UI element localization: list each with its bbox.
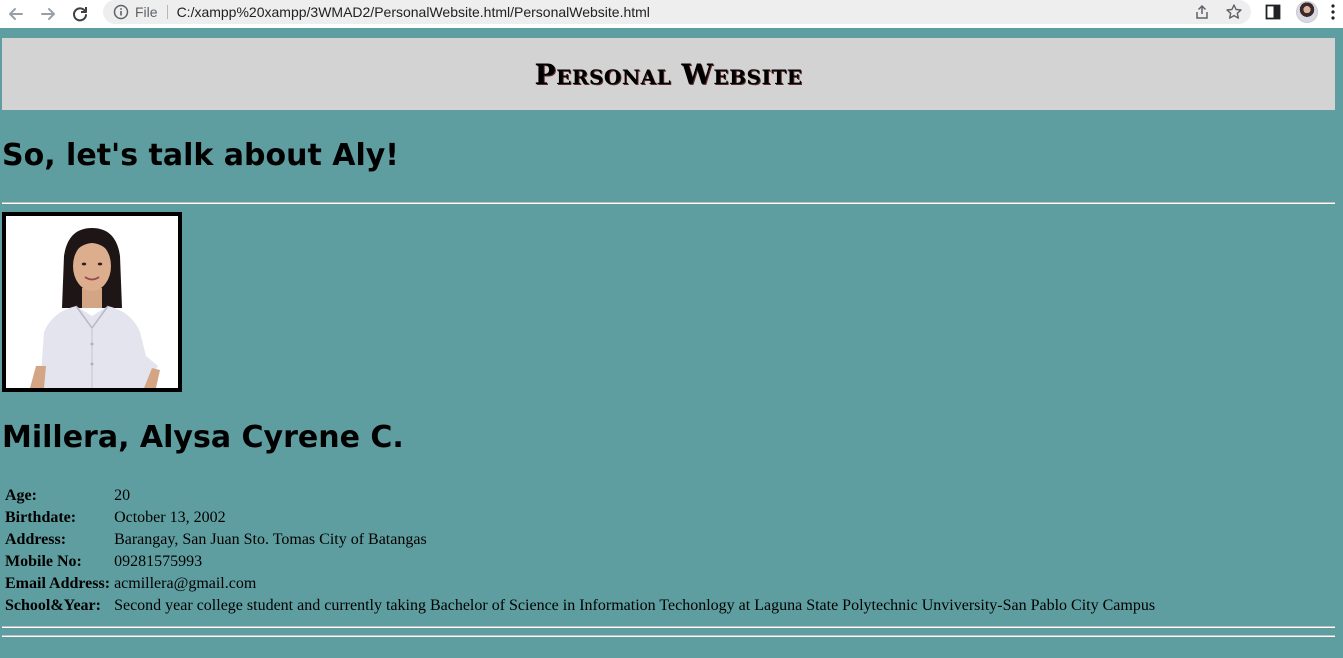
browser-toolbar: File C:/xampp%20xampp/3WMAD2/PersonalWeb… [0, 0, 1343, 28]
table-row: Age: 20 [3, 485, 1157, 507]
forward-icon[interactable] [38, 4, 58, 24]
bookmark-star-icon[interactable] [1225, 3, 1243, 21]
info-value: Barangay, San Juan Sto. Tomas City of Ba… [114, 531, 427, 548]
profile-info-table: Age: 20 Birthdate: October 13, 2002 Addr… [3, 485, 1157, 617]
table-row: Email Address: acmillera@gmail.com [3, 573, 1157, 595]
info-value: October 13, 2002 [114, 509, 226, 526]
info-icon[interactable] [113, 4, 129, 20]
intro-heading: So, let's talk about Aly! [2, 138, 399, 173]
side-panel-icon[interactable] [1264, 3, 1282, 21]
profile-photo [2, 212, 182, 392]
table-row: Birthdate: October 13, 2002 [3, 507, 1157, 529]
table-row: Address: Barangay, San Juan Sto. Tomas C… [3, 529, 1157, 551]
file-scheme-label: File [135, 5, 168, 19]
info-value: acmillera@gmail.com [114, 575, 257, 592]
info-label: School&Year: [5, 597, 101, 614]
back-icon[interactable] [6, 4, 26, 24]
table-row: School&Year: Second year college student… [3, 595, 1157, 617]
info-label: Email Address: [5, 575, 111, 592]
info-label: Address: [5, 531, 67, 548]
divider-bottom-2 [2, 635, 1335, 637]
info-value: 09281575993 [114, 553, 203, 570]
name-heading: Millera, Alysa Cyrene C. [2, 420, 404, 455]
address-bar[interactable]: File C:/xampp%20xampp/3WMAD2/PersonalWeb… [103, 0, 1251, 24]
share-icon[interactable] [1193, 3, 1211, 21]
url-text[interactable]: C:/xampp%20xampp/3WMAD2/PersonalWebsite.… [177, 4, 650, 20]
info-value: Second year college student and currentl… [114, 597, 1156, 614]
profile-avatar[interactable] [1296, 1, 1318, 23]
site-header: Personal Website [2, 38, 1335, 110]
site-title: Personal Website [534, 57, 803, 91]
divider-bottom-1 [2, 626, 1335, 628]
table-row: Mobile No: 09281575993 [3, 551, 1157, 573]
reload-icon[interactable] [70, 4, 90, 24]
page-body: Personal Website So, let's talk about Al… [0, 28, 1343, 658]
info-label: Mobile No: [5, 553, 82, 570]
info-label: Age: [5, 487, 37, 504]
more-menu-icon[interactable] [1328, 3, 1338, 21]
divider-top [2, 202, 1335, 204]
info-label: Birthdate: [5, 509, 77, 526]
info-value: 20 [114, 487, 131, 504]
